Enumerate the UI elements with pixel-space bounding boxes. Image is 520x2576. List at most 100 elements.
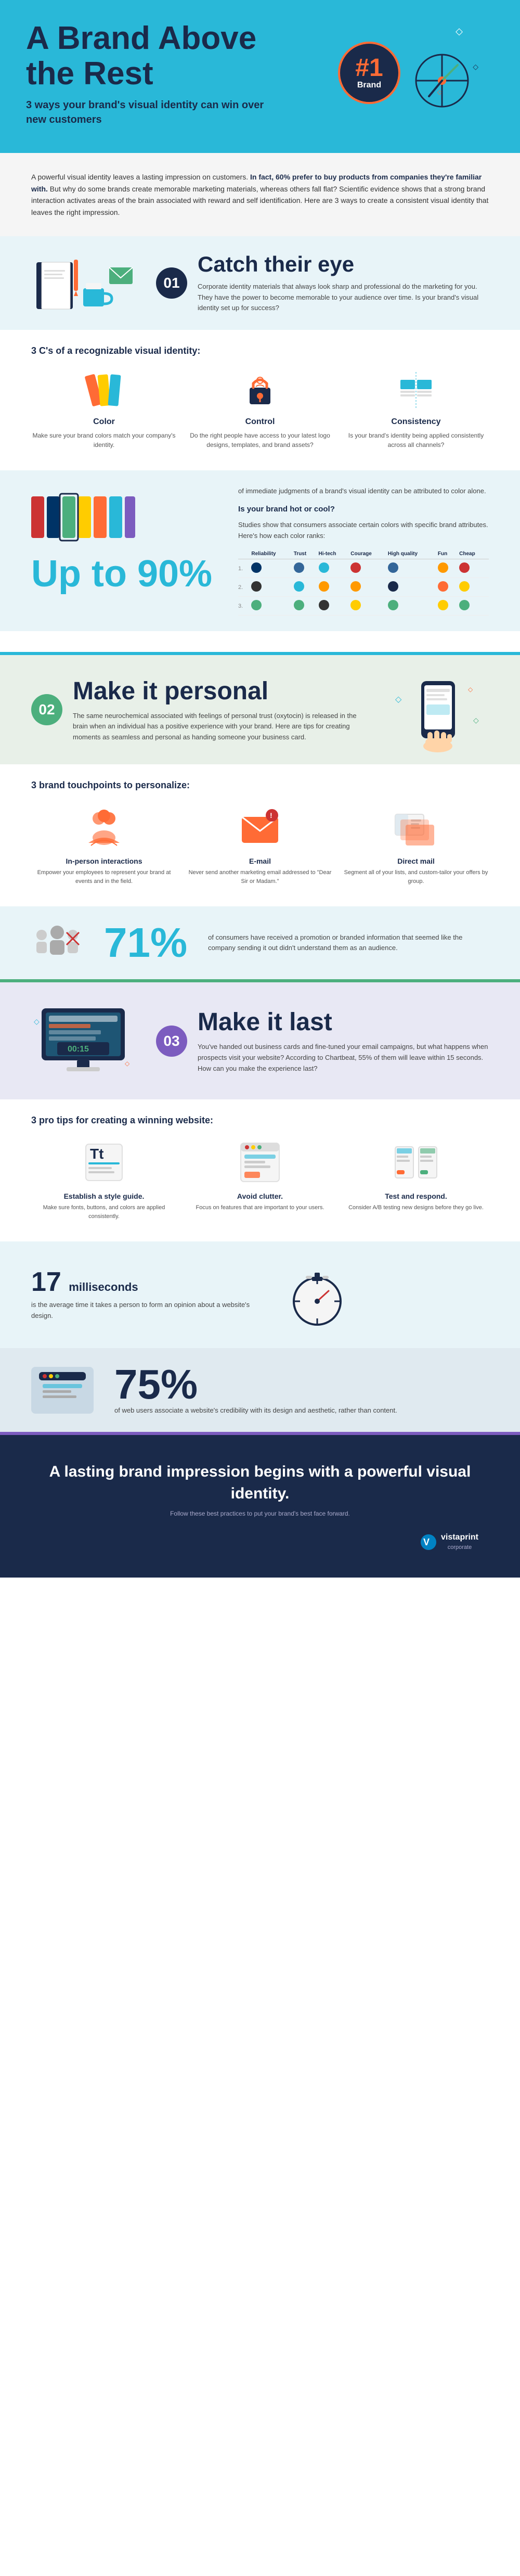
dot: [438, 600, 448, 610]
pct-75-big: 75%: [114, 1364, 397, 1405]
ms-section: 17 milliseconds is the average time it t…: [0, 1241, 520, 1348]
tp-inperson-desc: Empower your employees to represent your…: [31, 868, 177, 886]
dot: [388, 600, 398, 610]
tip-styleguide-title: Establish a style guide.: [31, 1192, 177, 1200]
dot: [388, 581, 398, 592]
control-icon: [239, 369, 281, 411]
three-cs-heading: 3 C's of a recognizable visual identity:: [31, 345, 489, 356]
tip-clutter-title: Avoid clutter.: [187, 1192, 333, 1200]
tip-test-title: Test and respond.: [343, 1192, 489, 1200]
col-hitech: Hi-tech: [319, 549, 351, 559]
vistaprint-logo: V vistaprint corporate: [42, 1533, 478, 1552]
section-01: 01 Catch their eye Corporate identity ma…: [0, 236, 520, 652]
svg-text:◇: ◇: [34, 1017, 40, 1026]
section-02-banner: 02 Make it personal The same neurochemic…: [0, 655, 520, 764]
dot: [350, 562, 361, 573]
dot: [251, 581, 262, 592]
col-fun: Fun: [438, 549, 459, 559]
section-01-text: Catch their eye Corporate identity mater…: [198, 252, 489, 314]
hero-title: A Brand Above the Rest: [26, 21, 276, 92]
svg-text:◇: ◇: [468, 686, 473, 693]
vistaprint-icon: V: [420, 1534, 437, 1550]
stopwatch-illustration: [286, 1257, 348, 1332]
section-01-banner: 01 Catch their eye Corporate identity ma…: [0, 236, 520, 330]
svg-text:◇: ◇: [473, 716, 479, 724]
row-1-num: 1.: [238, 559, 251, 578]
svg-text:00:15: 00:15: [68, 1045, 89, 1054]
cs-item-control: Control Do the right people have access …: [187, 369, 333, 450]
section-02-text: Make it personal The same neurochemical …: [73, 677, 364, 743]
color-swatch-illustration: [31, 486, 135, 551]
pct-71-text: of consumers have received a promotion o…: [208, 932, 489, 954]
hero-subtitle: 3 ways your brand's visual identity can …: [26, 98, 276, 127]
dot: [294, 562, 304, 573]
test-icon: [393, 1139, 439, 1186]
tip-item-test: Test and respond. Consider A/B testing n…: [343, 1139, 489, 1221]
dot: [459, 562, 470, 573]
col-reliability: Reliability: [251, 549, 293, 559]
three-cs-section: 3 C's of a recognizable visual identity:…: [0, 330, 520, 470]
cs-control-desc: Do the right people have access to your …: [187, 431, 333, 450]
dot: [438, 581, 448, 592]
section-02: 02 Make it personal The same neurochemic…: [0, 655, 520, 979]
color-question: Is your brand hot or cool?: [238, 505, 489, 514]
section-01-title: Catch their eye: [198, 252, 489, 276]
section-03-banner: 00:15 ◇ ◇ 03 Make it last You've handed …: [0, 982, 520, 1099]
tip-test-desc: Consider A/B testing new designs before …: [343, 1203, 489, 1212]
tip-item-clutter: Avoid clutter. Focus on features that ar…: [187, 1139, 333, 1221]
touchpoints-section: 3 brand touchpoints to personalize: In-p…: [0, 764, 520, 906]
table-row: 1.: [238, 559, 489, 578]
col-highquality: High quality: [388, 549, 438, 559]
section-02-number: 02: [31, 694, 62, 725]
pct-71-section: 71% of consumers have received a promoti…: [0, 906, 520, 979]
section-02-illustration: ◇ ◇ ◇: [385, 671, 489, 749]
ms-unit: milliseconds: [69, 1280, 138, 1293]
dot: [438, 562, 448, 573]
color-stat-text: of immediate judgments of a brand's visu…: [238, 486, 489, 497]
section-02-desc: The same neurochemical associated with f…: [73, 711, 364, 743]
color-table: Reliability Trust Hi-tech Courage High q…: [238, 549, 489, 616]
section-02-title: Make it personal: [73, 677, 364, 706]
color-left-col: Up to 90%: [31, 486, 212, 593]
tp-directmail-title: Direct mail: [343, 857, 489, 865]
tp-grid: In-person interactions Empower your empl…: [31, 804, 489, 886]
tp-item-email: ! E-mail Never send another marketing em…: [187, 804, 333, 886]
audience-illustration: [31, 922, 83, 964]
cs-color-title: Color: [93, 417, 115, 427]
color-stat-big: Up to 90%: [31, 555, 212, 593]
hero-badge: #1 Brand: [338, 42, 400, 104]
cs-control-title: Control: [245, 417, 275, 427]
cs-color-desc: Make sure your brand colors match your c…: [31, 431, 177, 450]
tp-email-title: E-mail: [187, 857, 333, 865]
email-icon: !: [237, 804, 283, 851]
svg-text:V: V: [423, 1537, 430, 1547]
dot: [294, 600, 304, 610]
svg-text:!: !: [270, 811, 272, 819]
intro-bold: In fact, 60% prefer to buy products from…: [31, 173, 482, 193]
dot: [350, 600, 361, 610]
inperson-icon: [81, 804, 127, 851]
footer-cta-text: A lasting brand impression begins with a…: [42, 1461, 478, 1505]
section-03-number: 03: [156, 1026, 187, 1057]
pct-75-content: 75% of web users associate a website's c…: [114, 1364, 397, 1416]
section-03-text: Make it last You've handed out business …: [198, 1008, 489, 1074]
color-icon: [83, 369, 125, 411]
dot: [319, 562, 329, 573]
color-highlight-text: of immediate judgments of a brand's visu…: [238, 486, 489, 616]
row-2-num: 2.: [238, 578, 251, 597]
website-credibility-illustration: [31, 1367, 94, 1414]
pct-71-big: 71%: [104, 922, 187, 964]
dot: [350, 581, 361, 592]
color-subtext: Studies show that consumers associate ce…: [238, 520, 489, 542]
row-3-num: 3.: [238, 597, 251, 616]
tp-item-directmail: Direct mail Segment all of your lists, a…: [343, 804, 489, 886]
footer-cta: A lasting brand impression begins with a…: [0, 1435, 520, 1578]
color-highlight: Up to 90% of immediate judgments of a br…: [0, 470, 520, 631]
intro-text: A powerful visual identity leaves a last…: [31, 171, 489, 218]
cs-item-consistency: Consistency Is your brand's identity bei…: [343, 369, 489, 450]
tip-styleguide-desc: Make sure fonts, buttons, and colors are…: [31, 1203, 177, 1221]
dot: [319, 600, 329, 610]
tips-grid: Tt Establish a style guide. Make sure fo…: [31, 1139, 489, 1221]
pct-75-section: 75% of web users associate a website's c…: [0, 1348, 520, 1432]
col-cheap: Cheap: [459, 549, 489, 559]
